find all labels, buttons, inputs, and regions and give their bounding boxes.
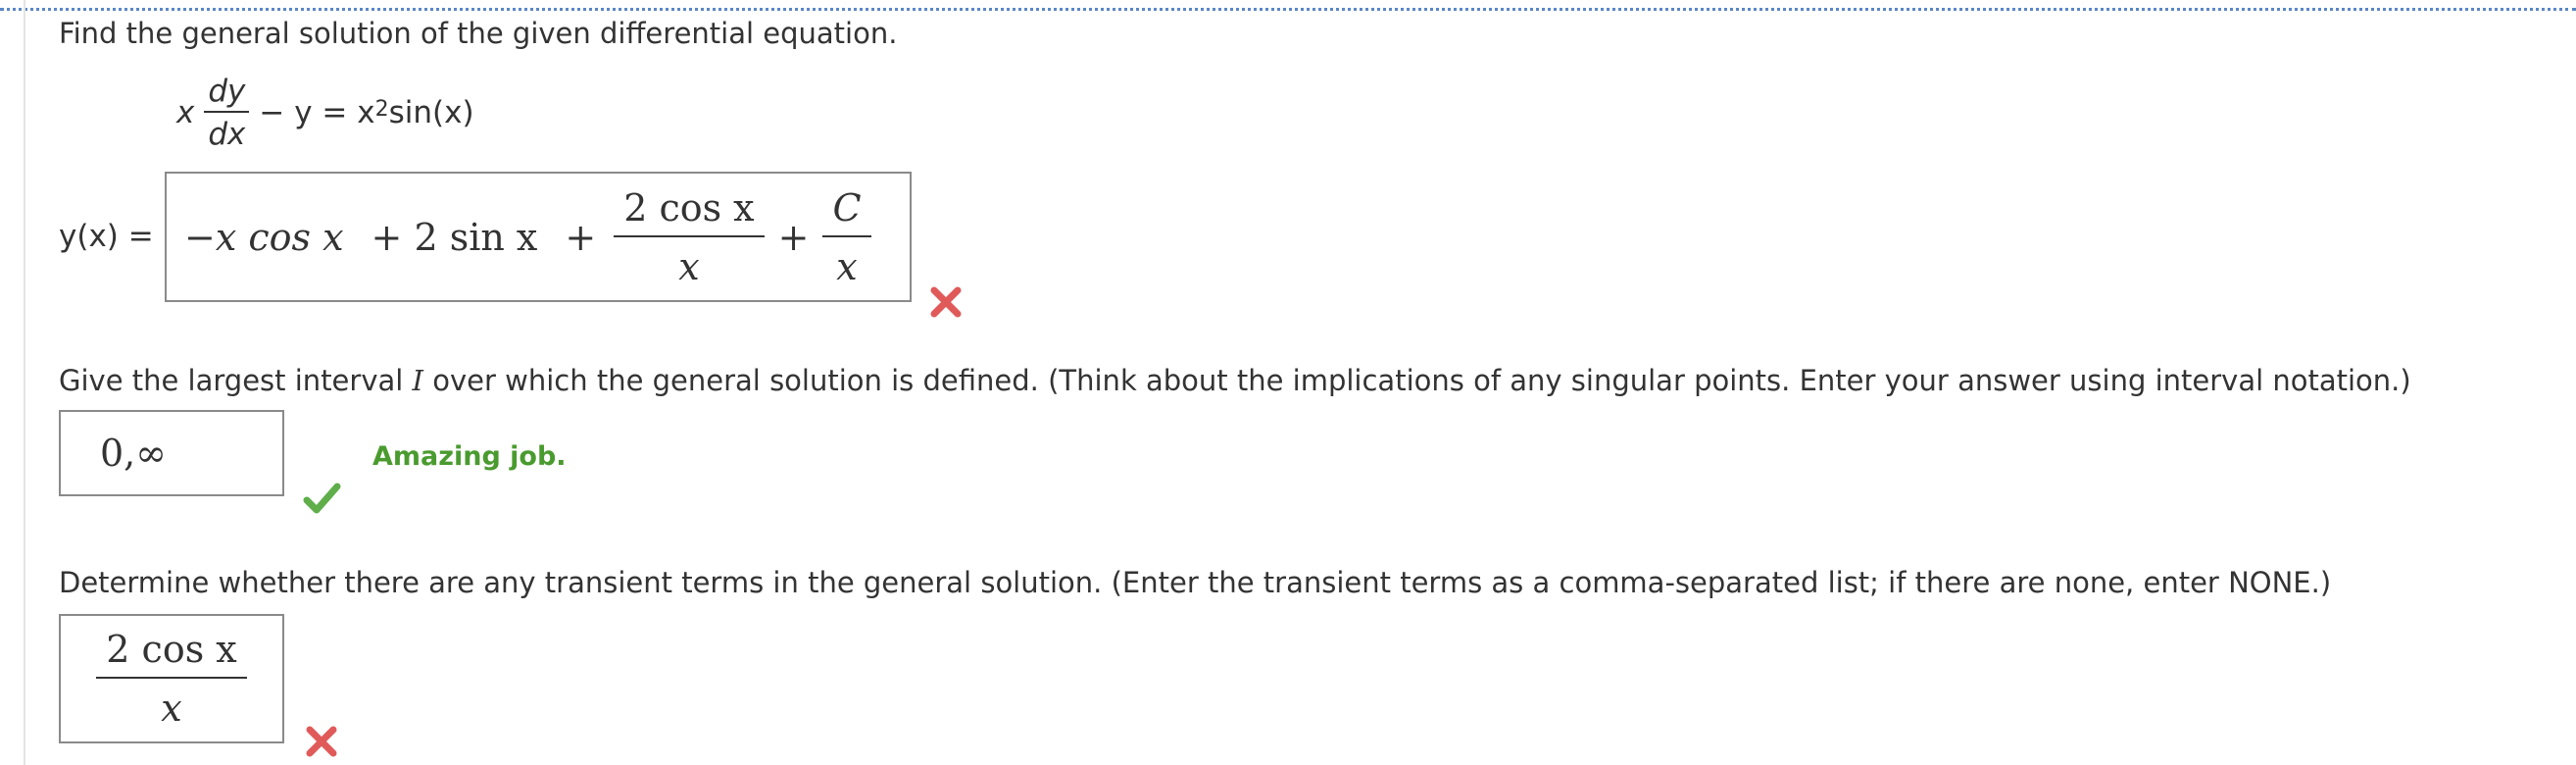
x-icon — [930, 286, 962, 318]
general-solution-math: −x cos x + 2 sin x + 2 cos x x + C x — [184, 186, 871, 288]
transient-prompt: Determine whether there are any transien… — [59, 566, 2332, 599]
ode-rest: − y = x — [259, 95, 375, 130]
general-solution-answer-field[interactable]: −x cos x + 2 sin x + 2 cos x x + C x — [165, 172, 912, 302]
differential-equation: x dy dx − y = x2 sin(x) — [176, 69, 474, 157]
ode-derivative-fraction: dy dx — [204, 74, 250, 152]
y-of-x-label: y(x) = — [59, 219, 154, 254]
transient-fraction: 2 cos x x — [96, 628, 247, 730]
interval-variable: I — [412, 364, 424, 397]
answer-fraction-cos: 2 cos x x — [614, 185, 765, 288]
interval-prompt-end: over which the general solution is defin… — [423, 364, 2411, 397]
feedback-message: Amazing job. — [372, 441, 567, 472]
question-intro: Find the general solution of the given d… — [59, 17, 898, 50]
transient-answer-field[interactable]: 2 cos x x — [59, 614, 284, 743]
answer-frac2-denominator: x — [836, 244, 858, 288]
interval-prompt-start: Give the largest interval — [59, 364, 413, 397]
answer-frac1-numerator: 2 cos x — [623, 185, 755, 230]
transient-answer-math: 2 cos x x — [96, 628, 247, 730]
check-icon — [303, 483, 341, 514]
left-rule — [24, 0, 25, 765]
answer-plus1: + — [565, 215, 597, 259]
ode-dx: dx — [208, 117, 246, 152]
ode-exponent: 2 — [374, 96, 389, 122]
answer-frac2-numerator: C — [832, 185, 862, 230]
answer-frac1-denominator: x — [678, 244, 700, 288]
x-icon — [306, 726, 337, 757]
answer-fraction-c: C x — [822, 185, 871, 288]
transient-numerator: 2 cos x — [106, 628, 237, 671]
answer-term1: −x cos x — [184, 215, 344, 259]
ode-tail: sin(x) — [388, 95, 474, 130]
interval-answer-value: 0,∞ — [100, 432, 167, 475]
transient-denominator: x — [161, 687, 182, 730]
answer-plus2: + — [777, 215, 810, 259]
top-dotted-border — [0, 8, 2576, 11]
interval-answer-field[interactable]: 0,∞ — [59, 410, 284, 496]
ode-dy: dy — [208, 74, 246, 109]
interval-prompt: Give the largest interval I over which t… — [59, 363, 2411, 398]
ode-x-coefficient: x — [176, 95, 195, 130]
answer-term2: + 2 sin x — [371, 215, 538, 259]
